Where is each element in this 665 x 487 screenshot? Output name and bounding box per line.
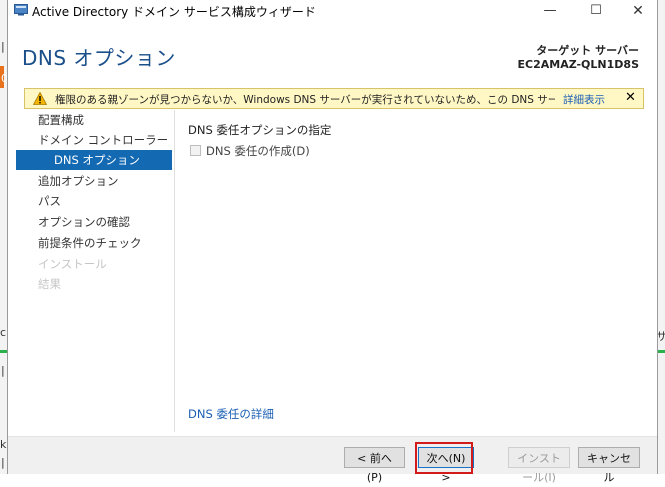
close-button[interactable]: ✕: [616, 0, 660, 22]
window-title: Active Directory ドメイン サービス構成ウィザード: [32, 5, 316, 19]
background-window-right: サ: [656, 0, 665, 474]
section-label: DNS 委任オプションの指定: [188, 123, 332, 137]
dns-options-panel: DNS 委任オプションの指定 DNS 委任の作成(D) DNS 委任の詳細: [188, 110, 648, 432]
background-text: k: [0, 438, 7, 451]
nav-item-domain-controller-options[interactable]: ドメイン コントローラー オプション: [16, 130, 172, 150]
create-dns-delegation-label: DNS 委任の作成(D): [206, 144, 310, 158]
title-bar[interactable]: Active Directory ドメイン サービス構成ウィザード — ☐ ✕: [8, 0, 657, 22]
nav-item-results: 結果: [38, 277, 61, 291]
nav-divider: [174, 110, 175, 432]
page-header: DNS オプション ターゲット サーバー EC2AMAZ-QLN1D8S: [8, 22, 657, 86]
nav-item-installation: インストール: [38, 257, 107, 271]
dns-delegation-details-link[interactable]: DNS 委任の詳細: [188, 406, 274, 422]
warning-text: 権限のある親ゾーンが見つからないか、Windows DNS サーバーが実行されて…: [55, 94, 555, 106]
next-button[interactable]: 次へ(N) >: [415, 442, 474, 484]
page-title: DNS オプション: [22, 46, 176, 70]
target-server-label: ターゲット サーバー: [536, 44, 639, 57]
create-dns-delegation-checkbox: [190, 145, 201, 156]
background-window-left: | 0 c | k |: [0, 0, 8, 474]
background-text: c: [0, 326, 7, 339]
back-button[interactable]: < 前へ(P): [344, 447, 405, 484]
warning-icon: [33, 92, 47, 105]
minimize-button[interactable]: —: [528, 0, 572, 22]
background-text: |: [1, 40, 5, 53]
target-server-name: EC2AMAZ-QLN1D8S: [517, 58, 640, 71]
show-details-link[interactable]: 詳細表示: [563, 92, 605, 107]
background-text: |: [1, 456, 5, 469]
nav-item-dns-options[interactable]: DNS オプション: [16, 150, 172, 170]
nav-item-prerequisites-check[interactable]: 前提条件のチェック: [16, 233, 172, 253]
background-green-line: [0, 350, 7, 353]
nav-item-paths[interactable]: パス: [16, 191, 172, 211]
maximize-button[interactable]: ☐: [574, 0, 618, 22]
cancel-button[interactable]: キャンセル: [578, 447, 640, 484]
nav-item-additional-options[interactable]: 追加オプション: [16, 171, 172, 191]
wizard-window: Active Directory ドメイン サービス構成ウィザード — ☐ ✕ …: [7, 0, 658, 484]
server-manager-icon: [14, 4, 28, 16]
dismiss-warning-button[interactable]: ✕: [625, 90, 636, 105]
warning-banner: 権限のある親ゾーンが見つからないか、Windows DNS サーバーが実行されて…: [24, 88, 644, 109]
install-button: インストール(I): [508, 447, 570, 484]
wizard-footer: < 前へ(P) 次へ(N) > インストール(I) キャンセル: [8, 437, 657, 484]
nav-item-deployment-configuration[interactable]: 配置構成: [16, 110, 172, 130]
background-green-line: [658, 350, 665, 353]
nav-item-review-options[interactable]: オプションの確認: [16, 212, 172, 232]
background-text: |: [1, 364, 5, 377]
